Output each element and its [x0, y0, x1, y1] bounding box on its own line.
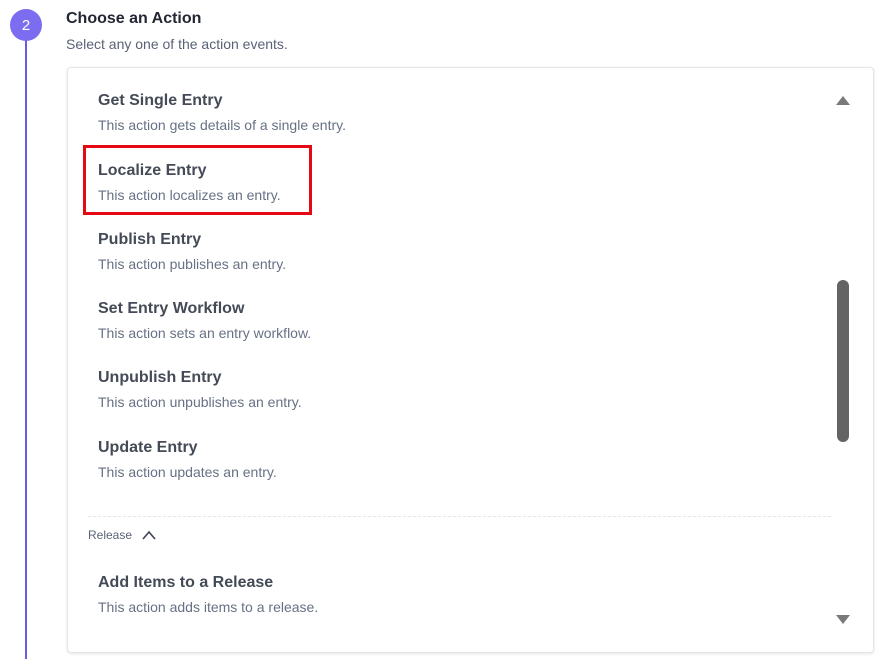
step-connector-line: [25, 38, 27, 659]
action-name: Publish Entry: [98, 231, 202, 248]
action-name: Localize Entry: [98, 162, 207, 179]
action-description: This action adds items to a release.: [98, 599, 319, 615]
release-group-header[interactable]: Release: [88, 528, 156, 542]
action-item-add-items-to-release[interactable]: Add Items to a Release This action adds …: [98, 573, 698, 616]
action-item-unpublish-entry[interactable]: Unpublish Entry This action unpublishes …: [98, 368, 698, 411]
action-name: Get Single Entry: [98, 92, 223, 109]
action-step-panel: 2 Choose an Action Select any one of the…: [0, 0, 891, 659]
step-subtitle: Select any one of the action events.: [66, 36, 288, 52]
action-description: This action publishes an entry.: [98, 256, 287, 272]
release-group-label: Release: [88, 528, 133, 542]
action-name: Add Items to a Release: [98, 574, 274, 591]
action-name: Set Entry Workflow: [98, 300, 245, 317]
scrollbar[interactable]: [832, 88, 854, 633]
action-item-publish-entry[interactable]: Publish Entry This action publishes an e…: [98, 230, 698, 273]
step-title: Choose an Action: [66, 10, 202, 27]
chevron-up-icon[interactable]: [142, 530, 156, 540]
action-name: Unpublish Entry: [98, 369, 222, 386]
action-item-localize-entry[interactable]: Localize Entry This action localizes an …: [98, 161, 698, 204]
action-description: This action updates an entry.: [98, 464, 277, 480]
action-description: This action localizes an entry.: [98, 187, 281, 203]
action-name: Update Entry: [98, 439, 198, 456]
group-divider: [88, 516, 831, 517]
action-list: Get Single Entry This action gets detail…: [67, 67, 874, 653]
action-item-update-entry[interactable]: Update Entry This action updates an entr…: [98, 438, 698, 481]
action-description: This action gets details of a single ent…: [98, 117, 346, 133]
scroll-down-arrow-icon[interactable]: [836, 615, 850, 624]
scroll-up-arrow-icon[interactable]: [836, 96, 850, 105]
action-description: This action unpublishes an entry.: [98, 394, 302, 410]
step-number-badge: 2: [10, 9, 42, 41]
action-description: This action sets an entry workflow.: [98, 325, 312, 341]
action-item-set-entry-workflow[interactable]: Set Entry Workflow This action sets an e…: [98, 299, 698, 342]
scrollbar-thumb[interactable]: [837, 280, 849, 442]
action-item-get-single-entry[interactable]: Get Single Entry This action gets detail…: [98, 91, 698, 134]
